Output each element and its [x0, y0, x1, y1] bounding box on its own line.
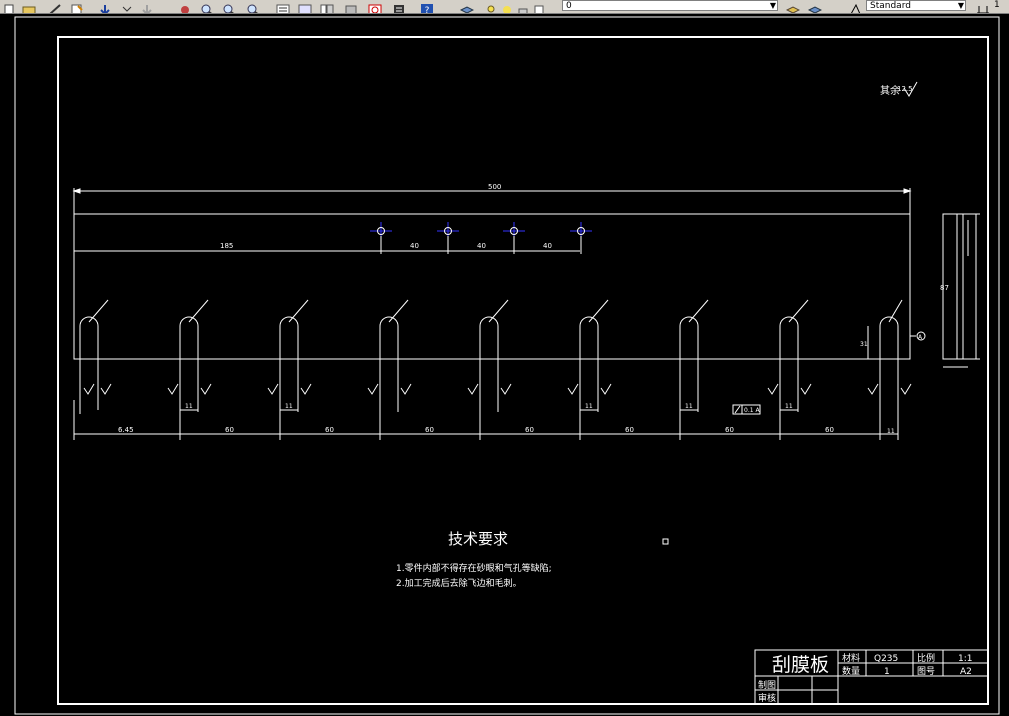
layer-lock-icon[interactable]: [516, 0, 530, 13]
open-file-icon[interactable]: [22, 0, 36, 13]
tolerance-frame-text: 0.1 A: [744, 407, 760, 414]
layer-freeze-icon[interactable]: [500, 0, 514, 13]
side-view: 87: [940, 213, 980, 368]
scale-value: 1:1: [958, 654, 972, 664]
slot-depth-text: 31: [860, 341, 868, 348]
title-block: 刮膜板 材料 Q235 比例 1:1 数量 1 图号 A2 制图 审核: [754, 649, 989, 705]
slot: [479, 316, 499, 410]
hole-pitch-text: 40: [477, 242, 486, 250]
properties-icon[interactable]: [276, 0, 290, 13]
material-value: Q235: [874, 654, 898, 664]
zoom-realtime-icon[interactable]: [200, 0, 214, 13]
markup-icon[interactable]: [368, 0, 382, 13]
part-name: 刮膜板: [772, 654, 829, 676]
calculator-icon[interactable]: [392, 0, 406, 13]
tool-palettes-icon[interactable]: [320, 0, 334, 13]
sheet-set-icon[interactable]: [344, 0, 358, 13]
slot-pitch-text: 60: [825, 426, 834, 434]
slot-width-text: 11: [785, 403, 793, 410]
tech-requirements-title: 技术要求: [448, 530, 508, 548]
slot: [679, 316, 699, 410]
cad-toolbar: ? 0 ▼ Standard ▼ 1: [0, 0, 1009, 14]
layer-on-icon[interactable]: [484, 0, 498, 13]
slot-pitch-text: 60: [525, 426, 534, 434]
design-center-icon[interactable]: [298, 0, 312, 13]
slot-pitch-text: 60: [725, 426, 734, 434]
zoom-window-icon[interactable]: [222, 0, 236, 13]
dropdown-arrow-icon[interactable]: [120, 0, 134, 12]
tech-requirement-item: 2.加工完成后去除飞边和毛刺。: [396, 577, 522, 589]
slot-radius-leaders: [88, 299, 903, 323]
slot: [379, 316, 399, 410]
side-height-text: 87: [940, 284, 949, 292]
preview-icon[interactable]: [70, 0, 84, 13]
zoom-previous-icon[interactable]: [246, 0, 260, 13]
plot-icon[interactable]: [48, 0, 62, 13]
slot: [279, 316, 299, 410]
mounting-holes: [370, 222, 592, 240]
hole-pitch-text: 40: [543, 242, 552, 250]
svg-text:?: ?: [425, 6, 430, 14]
text-style-value: Standard: [870, 1, 911, 11]
slot-width-text: 11: [685, 403, 693, 410]
slot-pitch-text: 60: [425, 426, 434, 434]
material-label: 材料: [842, 652, 860, 664]
dim-style-icon[interactable]: [976, 0, 990, 13]
layer-previous-icon[interactable]: [785, 0, 801, 13]
quantity-value: 1: [884, 667, 890, 677]
datum-symbol: A: [910, 331, 926, 341]
overall-length-text: 500: [488, 183, 501, 191]
redo-icon[interactable]: [140, 0, 154, 13]
slot: [79, 316, 99, 410]
text-style-icon[interactable]: [848, 0, 862, 13]
overall-length-dimension: 500: [72, 183, 912, 214]
slot: [179, 316, 199, 410]
chevron-down-icon: ▼: [769, 1, 776, 10]
tolerance-frame: 0.1 A: [732, 404, 761, 415]
slot-width-text: 11: [285, 403, 293, 410]
slot: [779, 316, 799, 410]
drawing-number-label: 图号: [917, 666, 935, 677]
layer-select-value: 0: [566, 1, 572, 11]
layer-select[interactable]: 0 ▼: [562, 0, 778, 11]
layer-color-icon[interactable]: [532, 0, 546, 13]
new-file-icon[interactable]: [2, 0, 16, 13]
slot: [579, 316, 599, 410]
drawing-number-value: A2: [960, 667, 972, 677]
drawing-canvas[interactable]: 其余 12.5 500 185 40 40 40 11 11 11 11 11 …: [0, 14, 1009, 716]
hole-offset-text: 185: [220, 242, 233, 250]
layer-states-icon[interactable]: [807, 0, 823, 13]
slot: [879, 316, 899, 410]
undo-icon[interactable]: [98, 0, 112, 13]
plate-outline: [73, 213, 911, 360]
sheet-outer-border: [14, 16, 1000, 715]
hole-pitch-text: 40: [410, 242, 419, 250]
slot-pitch-text: 60: [225, 426, 234, 434]
chevron-down-icon: ▼: [957, 1, 964, 10]
pan-icon[interactable]: [178, 0, 192, 13]
slot-depth-dimension: 31: [860, 326, 869, 359]
text-style-select[interactable]: Standard ▼: [866, 0, 966, 11]
slot-width-text: 11: [185, 403, 193, 410]
slot-width-text: 11: [585, 403, 593, 410]
grip-marker-icon[interactable]: [662, 538, 669, 545]
slots: [79, 316, 899, 410]
slot-pitch-text: 60: [325, 426, 334, 434]
slot-pitch-text: 60: [625, 426, 634, 434]
tech-requirement-item: 1.零件内部不得存在砂眼和气孔等缺陷;: [396, 562, 552, 574]
drawn-by-label: 制图: [758, 679, 776, 691]
checked-by-label: 审核: [758, 692, 776, 704]
scale-label: 比例: [917, 652, 935, 664]
dim-style-value: 1: [994, 0, 1000, 10]
layer-manager-icon[interactable]: [459, 0, 475, 13]
quantity-label: 数量: [842, 665, 860, 677]
help-icon[interactable]: ?: [420, 0, 434, 14]
slot-first-offset-text: 6.45: [118, 426, 134, 434]
